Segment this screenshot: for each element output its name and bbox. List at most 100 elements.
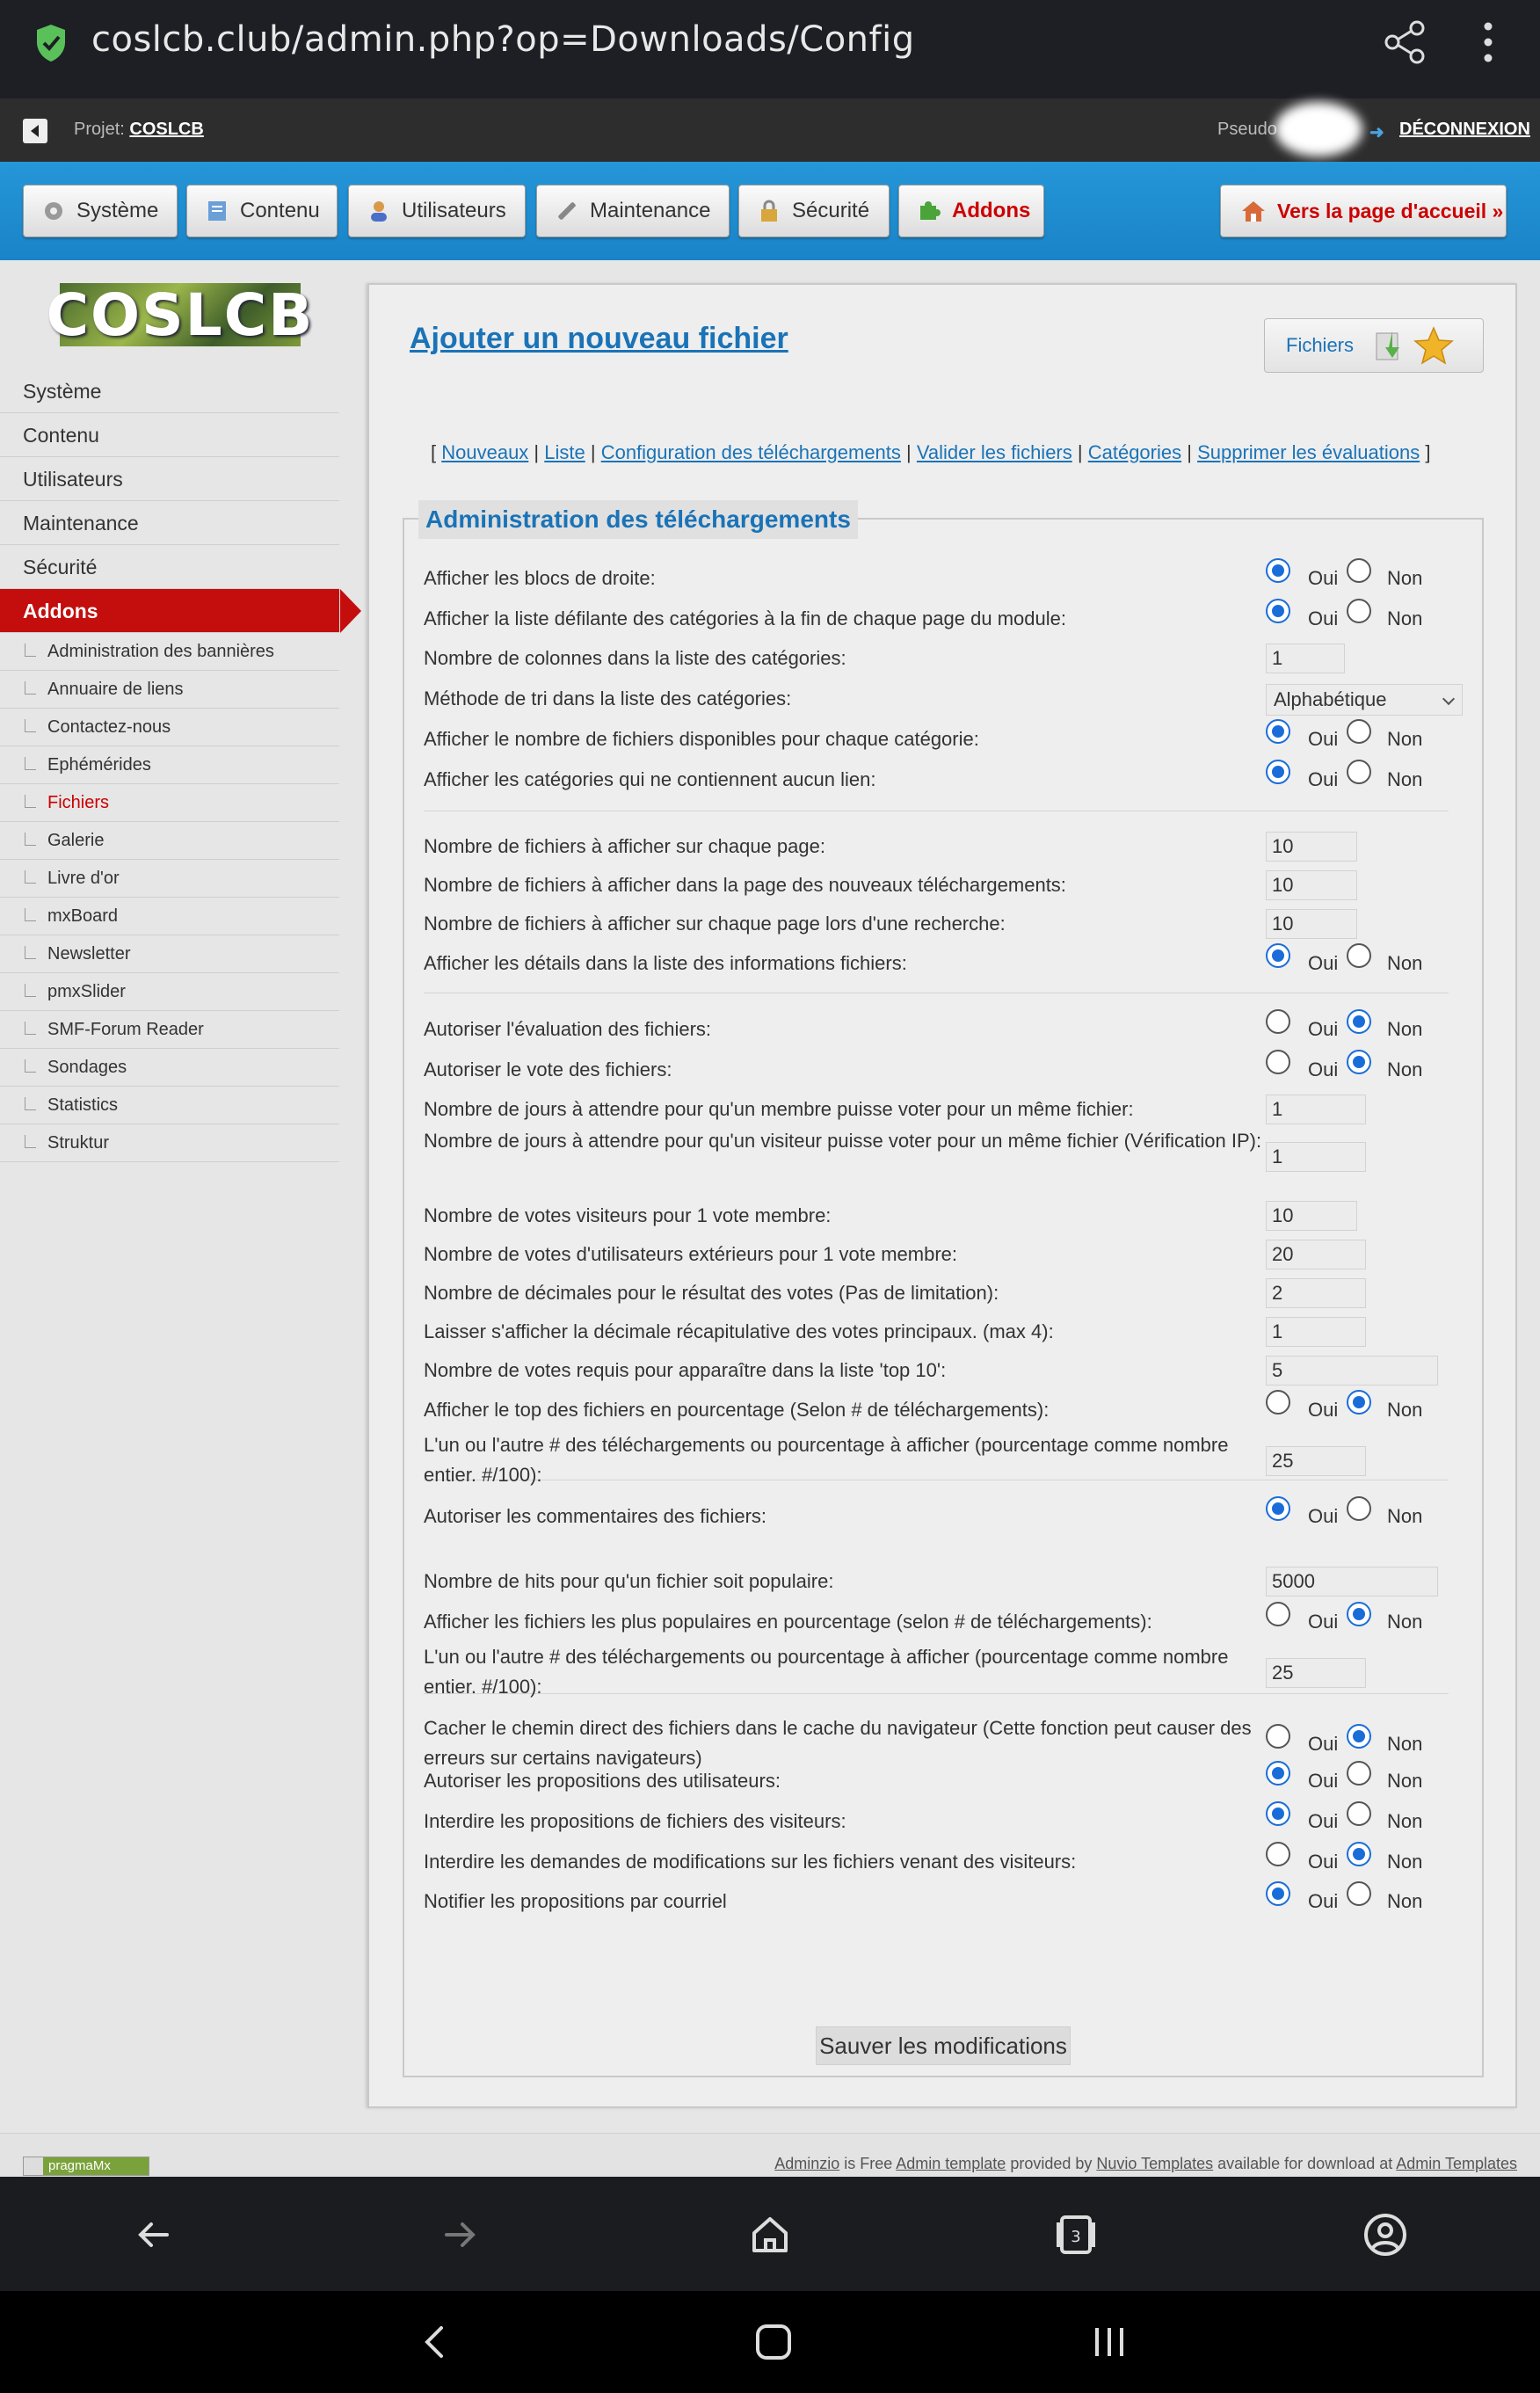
radio-non[interactable] [1347, 760, 1371, 784]
radio-non[interactable] [1347, 719, 1371, 744]
system-back-icon[interactable] [410, 2316, 462, 2368]
radio-oui[interactable] [1266, 558, 1290, 583]
credit-link[interactable]: Admin template [896, 2155, 1006, 2172]
radio-non[interactable] [1347, 1761, 1371, 1786]
nav-maintenance-button[interactable]: Maintenance [536, 185, 730, 237]
credit-link[interactable]: Admin Templates [1396, 2155, 1517, 2172]
radio-oui[interactable] [1266, 719, 1290, 744]
radio-non[interactable] [1347, 558, 1371, 583]
radio-non[interactable] [1347, 1496, 1371, 1521]
sidebar-subitem[interactable]: Contactez-nous [0, 709, 339, 746]
credit-link[interactable]: Adminzio [774, 2155, 839, 2172]
sidebar-subitem[interactable]: Annuaire de liens [0, 671, 339, 709]
text-input[interactable]: 5 [1266, 1356, 1438, 1386]
sidebar-item[interactable]: Maintenance [0, 501, 339, 545]
sidebar-item[interactable]: Sécurité [0, 545, 339, 589]
tabs-icon[interactable]: 3 [1050, 2208, 1102, 2261]
sidebar-subitem[interactable]: Newsletter [0, 935, 339, 973]
nav-systeme-button[interactable]: Système [23, 185, 178, 237]
text-input[interactable]: 1 [1266, 1095, 1366, 1124]
radio-non[interactable] [1347, 943, 1371, 968]
module-link[interactable]: Nouveaux [441, 441, 528, 463]
radio-oui[interactable] [1266, 760, 1290, 784]
module-link[interactable]: Catégories [1088, 441, 1181, 463]
credit-link[interactable]: Nuvio Templates [1096, 2155, 1213, 2172]
radio-non[interactable] [1347, 1009, 1371, 1034]
sidebar-subitem[interactable]: SMF-Forum Reader [0, 1011, 339, 1049]
text-input[interactable]: 1 [1266, 644, 1345, 673]
sidebar-subitem[interactable]: Livre d'or [0, 860, 339, 898]
more-menu-icon[interactable] [1477, 19, 1500, 65]
sidebar-subitem[interactable]: Statistics [0, 1087, 339, 1124]
text-input[interactable]: 20 [1266, 1240, 1366, 1269]
select-input[interactable]: Alphabétique [1266, 684, 1463, 716]
site-logo[interactable]: COSLCB [47, 281, 313, 349]
radio-oui[interactable] [1266, 1724, 1290, 1749]
save-button[interactable]: Sauver les modifications [816, 2026, 1071, 2065]
nav-contenu-button[interactable]: Contenu [186, 185, 338, 237]
module-link[interactable]: Liste [544, 441, 585, 463]
logout-link[interactable]: DÉCONNEXION [1399, 120, 1530, 140]
text-input[interactable]: 25 [1266, 1446, 1366, 1476]
module-link[interactable]: Configuration des téléchargements [601, 441, 901, 463]
radio-oui[interactable] [1266, 1881, 1290, 1906]
radio-non[interactable] [1347, 1602, 1371, 1626]
sidebar-subitem[interactable]: mxBoard [0, 898, 339, 935]
radio-oui[interactable] [1266, 1390, 1290, 1415]
radio-oui[interactable] [1266, 599, 1290, 623]
nav-utilisateurs-button[interactable]: Utilisateurs [348, 185, 526, 237]
share-icon[interactable] [1380, 18, 1429, 67]
system-recents-icon[interactable] [1083, 2316, 1136, 2368]
radio-oui[interactable] [1266, 1801, 1290, 1826]
text-input[interactable]: 10 [1266, 832, 1357, 862]
sidebar-subitem[interactable]: Sondages [0, 1049, 339, 1087]
text-input[interactable]: 25 [1266, 1658, 1366, 1688]
back-arrow-icon[interactable] [127, 2208, 179, 2261]
radio-non[interactable] [1347, 599, 1371, 623]
nav-securite-button[interactable]: Sécurité [738, 185, 890, 237]
module-link[interactable]: Valider les fichiers [917, 441, 1072, 463]
radio-oui[interactable] [1266, 1842, 1290, 1866]
sidebar-subitem[interactable]: Struktur [0, 1124, 339, 1162]
radio-non[interactable] [1347, 1724, 1371, 1749]
radio-oui[interactable] [1266, 1050, 1290, 1074]
sidebar-item[interactable]: Contenu [0, 413, 339, 457]
text-input[interactable]: 10 [1266, 870, 1357, 900]
sidebar-item[interactable]: Système [0, 369, 339, 413]
text-input[interactable]: 2 [1266, 1278, 1366, 1308]
home-page-button[interactable]: Vers la page d'accueil » [1220, 185, 1507, 237]
system-home-icon[interactable] [747, 2316, 800, 2368]
fichiers-module-badge[interactable]: Fichiers [1264, 318, 1484, 373]
radio-non[interactable] [1347, 1801, 1371, 1826]
text-input[interactable]: 10 [1266, 909, 1357, 939]
radio-oui[interactable] [1266, 1602, 1290, 1626]
project-link[interactable]: COSLCB [129, 120, 203, 139]
nav-addons-button[interactable]: Addons [898, 185, 1044, 237]
sidebar-subitem[interactable]: Administration des bannières [0, 633, 339, 671]
sidebar-subitem[interactable]: Fichiers [0, 784, 339, 822]
pragmamx-badge[interactable]: pragmaMx [23, 2157, 149, 2176]
text-input[interactable]: 1 [1266, 1317, 1366, 1347]
profile-icon[interactable] [1359, 2208, 1412, 2261]
text-input[interactable]: 5000 [1266, 1567, 1438, 1597]
sidebar-subitem[interactable]: Ephémérides [0, 746, 339, 784]
radio-oui[interactable] [1266, 1761, 1290, 1786]
home-icon[interactable] [744, 2208, 796, 2261]
page-title-link[interactable]: Ajouter un nouveau fichier [410, 322, 788, 356]
module-link[interactable]: Supprimer les évaluations [1197, 441, 1420, 463]
radio-oui[interactable] [1266, 1496, 1290, 1521]
radio-non[interactable] [1347, 1390, 1371, 1415]
sidebar-item[interactable]: Addons [0, 589, 339, 633]
collapse-back-icon[interactable] [23, 119, 47, 143]
radio-non[interactable] [1347, 1842, 1371, 1866]
radio-oui[interactable] [1266, 1009, 1290, 1034]
sidebar-subitem[interactable]: Galerie [0, 822, 339, 860]
text-input[interactable]: 1 [1266, 1142, 1366, 1172]
forward-arrow-icon[interactable] [434, 2208, 487, 2261]
radio-oui[interactable] [1266, 943, 1290, 968]
radio-non[interactable] [1347, 1881, 1371, 1906]
radio-non[interactable] [1347, 1050, 1371, 1074]
sidebar-item[interactable]: Utilisateurs [0, 457, 339, 501]
url-text[interactable]: coslcb.club/admin.php?op=Downloads/Confi… [91, 19, 915, 60]
sidebar-subitem[interactable]: pmxSlider [0, 973, 339, 1011]
